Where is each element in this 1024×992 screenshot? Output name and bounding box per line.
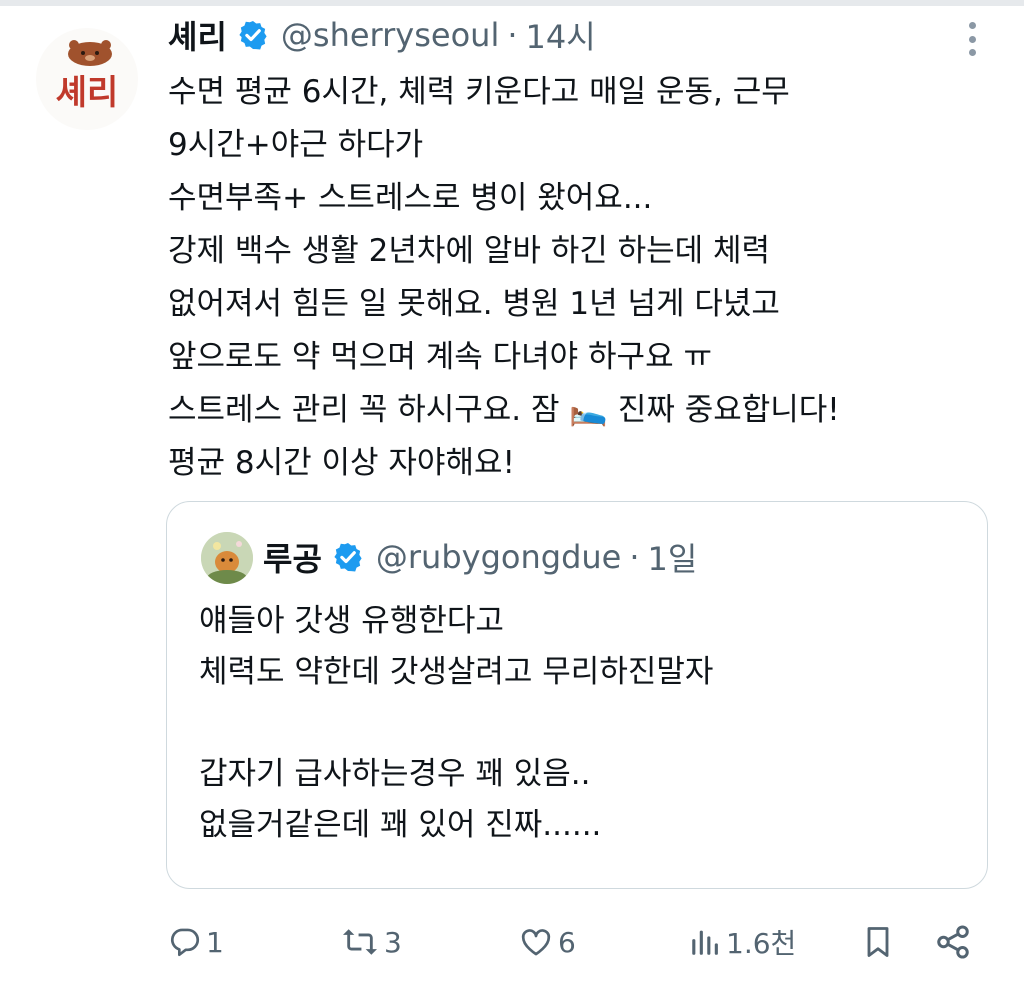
quoted-author-handle[interactable]: @rubygongdue (376, 538, 621, 576)
like-count: 6 (558, 925, 576, 959)
author-handle[interactable]: @sherryseoul (281, 16, 499, 54)
share-button[interactable] (934, 912, 972, 972)
quoted-text-line: 갑자기 급사하는경우 꽤 있음.. (199, 756, 591, 792)
tweet-time[interactable]: 14시 (526, 12, 596, 58)
action-bar: 1 3 6 1.6천 (0, 912, 1024, 972)
quoted-tweet-time[interactable]: 1일 (648, 534, 698, 580)
repost-button[interactable]: 3 (340, 912, 402, 972)
author-avatar[interactable]: 셰리 (36, 28, 138, 130)
tweet-text-line: 수면부족+ 스트레스로 병이 왔어요... (168, 180, 653, 216)
quoted-author-avatar[interactable] (201, 532, 253, 584)
reply-button[interactable]: 1 (168, 912, 224, 972)
tweet-text-line: 앞으로도 약 먹으며 계속 다녀야 하구요 ㅠ (168, 339, 712, 375)
bookmark-icon (867, 927, 889, 957)
quoted-tweet-card[interactable]: 루공 @rubygongdue · 1일 얘들아 갓생 유행한다고 체력도 약한… (166, 501, 988, 889)
view-count: 1.6천 (726, 927, 797, 960)
quoted-author-name[interactable]: 루공 (263, 534, 322, 580)
quoted-text-line: 얘들아 갓생 유행한다고 (199, 603, 504, 639)
views-button[interactable]: 1.6천 (688, 912, 796, 972)
reply-count: 1 (206, 925, 224, 959)
meta-separator: · (629, 538, 640, 576)
tweet-text-line: 없어져서 힘든 일 못해요. 병원 1년 넘게 다녔고 (168, 286, 780, 322)
quoted-text-line: 체력도 약한데 갓생살려고 무리하진말자 (199, 654, 714, 690)
like-icon (521, 929, 551, 956)
quoted-tweet-header: 루공 @rubygongdue · 1일 (263, 534, 697, 580)
verified-badge-icon (334, 543, 362, 572)
verified-badge-icon (239, 21, 267, 50)
reply-icon (170, 928, 200, 957)
tweet-text-line: 스트레스 관리 꼭 하시구요. 잠 🛌 진짜 중요합니다! (168, 392, 840, 428)
share-icon (937, 925, 969, 959)
bookmark-button[interactable] (860, 912, 896, 972)
avatar-lettering: 셰리 (56, 73, 119, 113)
top-divider (0, 0, 1024, 6)
tweet-text-line: 평균 8시간 이상 자야해요! (168, 445, 515, 481)
tweet-text-line: 9시간+야근 하다가 (168, 127, 424, 163)
quoted-text-line (199, 698, 713, 749)
views-icon (692, 930, 718, 955)
tweet-header: 셰리 @sherryseoul · 14시 (168, 12, 596, 58)
repost-icon (343, 929, 377, 955)
tweet-text-line: 수면 평균 6시간, 체력 키운다고 매일 운동, 근무 (168, 74, 790, 110)
quoted-text-line: 없을거같은데 꽤 있어 진짜...... (199, 807, 602, 843)
meta-separator: · (507, 16, 518, 54)
tweet-text-line: 강제 백수 생활 2년차에 알바 하긴 하는데 체력 (168, 233, 771, 269)
more-options-icon[interactable] (960, 22, 984, 56)
repost-count: 3 (384, 925, 402, 959)
bear-sticker-icon (68, 40, 112, 66)
quoted-tweet-text: 얘들아 갓생 유행한다고 체력도 약한데 갓생살려고 무리하진말자 갑자기 급사… (199, 596, 713, 851)
like-button[interactable]: 6 (518, 912, 576, 972)
author-name[interactable]: 셰리 (168, 12, 227, 58)
tweet-text: 수면 평균 6시간, 체력 키운다고 매일 운동, 근무 9시간+야근 하다가 … (168, 66, 968, 490)
